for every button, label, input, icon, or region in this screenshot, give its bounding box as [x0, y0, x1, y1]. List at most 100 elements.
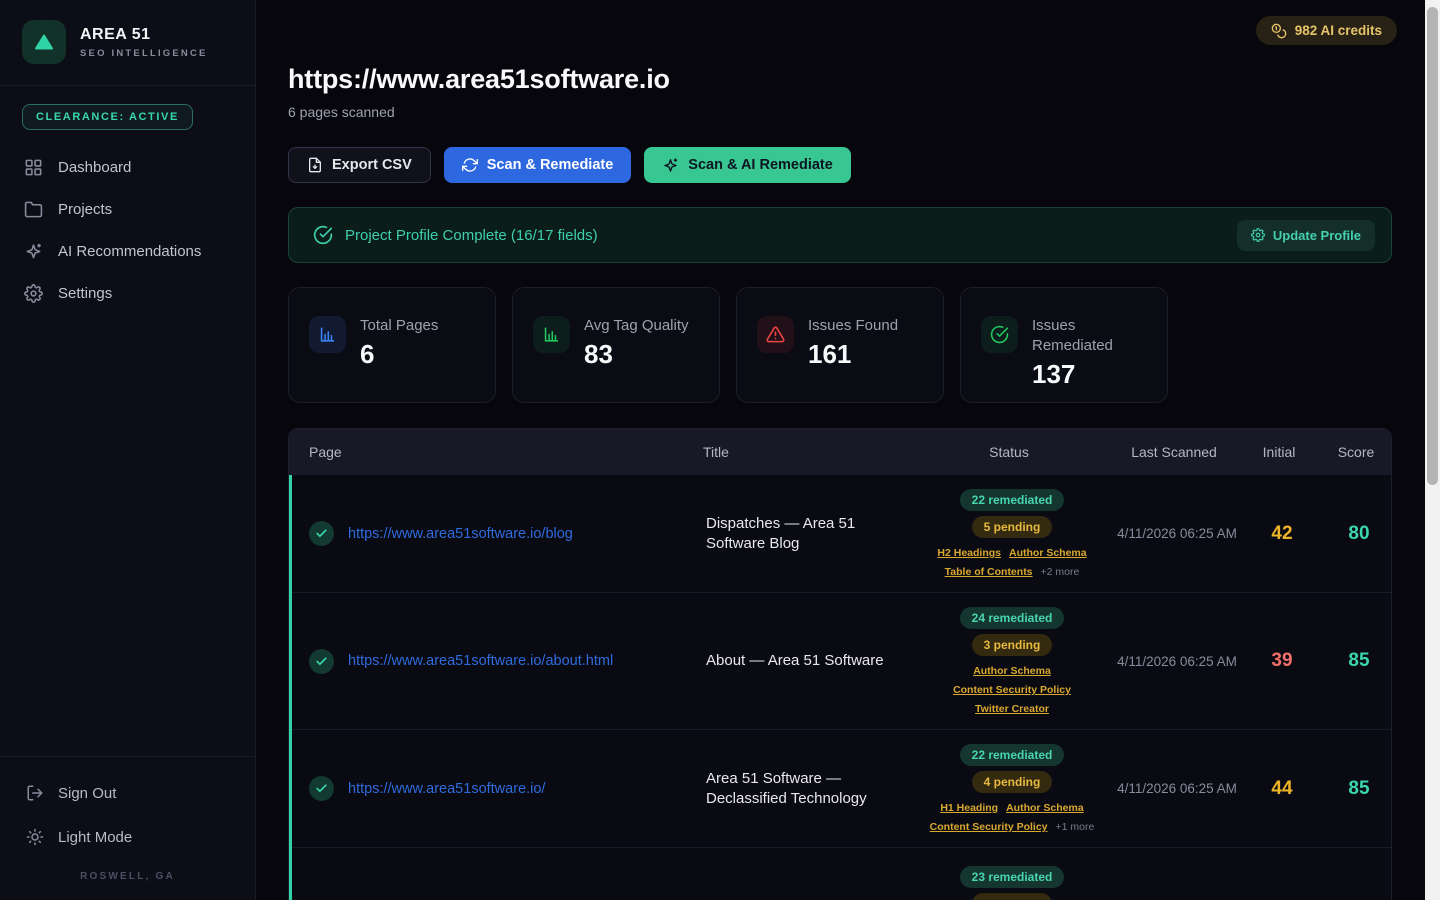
score-cell: 85 — [1322, 778, 1392, 800]
status-cell: 24 remediated 3 pending Author Schema Co… — [912, 593, 1112, 729]
issue-link[interactable]: Author Schema — [1009, 547, 1087, 559]
sign-out-label: Sign Out — [58, 785, 116, 802]
brand-name: AREA 51 — [80, 26, 208, 44]
table-body: https://www.area51software.io/blog Dispa… — [289, 475, 1391, 900]
issue-link[interactable]: H2 Headings — [937, 547, 1001, 559]
check-icon — [309, 776, 334, 801]
export-csv-button[interactable]: Export CSV — [288, 147, 431, 183]
stat-label: Avg Tag Quality — [584, 316, 689, 336]
pending-badge: 4 pending — [972, 771, 1053, 793]
status-cell: 23 remediated — [912, 848, 1112, 900]
issue-link[interactable]: H1 Heading — [940, 802, 998, 814]
page-url-link[interactable]: https://www.area51software.io/blog — [348, 526, 573, 542]
table-row: https://www.area51software.io/about.html… — [292, 592, 1391, 729]
stat-value: 6 — [360, 339, 438, 370]
issue-link[interactable]: Table of Contents — [945, 566, 1033, 578]
remediated-badge: 22 remediated — [960, 744, 1065, 766]
remediated-badge: 22 remediated — [960, 489, 1065, 511]
sidebar-item-dashboard[interactable]: Dashboard — [0, 146, 255, 188]
pending-badge: 3 pending — [972, 634, 1053, 656]
profile-complete-banner: Project Profile Complete (16/17 fields) … — [288, 207, 1392, 263]
last-scanned-cell: 4/11/2026 06:25 AM — [1112, 526, 1242, 541]
main-content: 982 AI credits https://www.area51softwar… — [256, 0, 1425, 900]
stat-text: Total Pages 6 — [360, 316, 438, 370]
triangle-icon — [35, 34, 53, 50]
export-csv-label: Export CSV — [332, 157, 412, 173]
last-scanned-cell: 4/11/2026 06:25 AM — [1112, 654, 1242, 669]
warning-triangle-icon — [757, 316, 794, 353]
stat-value: 83 — [584, 339, 689, 370]
sign-out-icon — [26, 784, 44, 802]
ai-credits-label: 982 AI credits — [1295, 23, 1382, 38]
more-issues-label: +1 more — [1056, 821, 1095, 833]
scrollbar-track[interactable] — [1425, 0, 1440, 900]
folder-icon — [24, 200, 43, 219]
status-cell: 22 remediated 5 pending H2 Headings Auth… — [912, 475, 1112, 592]
sidebar-item-ai-recommendations[interactable]: AI Recommendations — [0, 230, 255, 272]
issue-links: H1 Heading Author Schema Content Securit… — [916, 802, 1108, 833]
table-header: Page Title Status Last Scanned Initial S… — [289, 429, 1391, 475]
action-buttons: Export CSV Scan & Remediate Scan & AI Re… — [288, 147, 1425, 183]
pending-badge — [972, 893, 1052, 900]
sun-icon — [26, 828, 44, 846]
sidebar-footer: Sign Out Light Mode ROSWELL, GA — [0, 756, 255, 900]
stat-card-avg-tag-quality: Avg Tag Quality 83 — [512, 287, 720, 403]
table-row: https://www.area51software.io/ Area 51 S… — [292, 729, 1391, 847]
scan-remediate-button[interactable]: Scan & Remediate — [444, 147, 632, 183]
light-mode-toggle[interactable]: Light Mode — [0, 815, 255, 859]
stat-label: Issues Remediated — [1032, 316, 1147, 356]
sparkles-icon — [662, 157, 679, 174]
page-url-link[interactable]: https://www.area51software.io/about.html — [348, 653, 613, 669]
stat-label: Issues Found — [808, 316, 898, 336]
remediated-badge: 23 remediated — [960, 866, 1065, 888]
issue-link[interactable]: Content Security Policy — [953, 684, 1071, 696]
stat-card-issues-found: Issues Found 161 — [736, 287, 944, 403]
sidebar-spacer — [0, 314, 255, 756]
issue-link[interactable]: Author Schema — [1006, 802, 1084, 814]
sidebar-item-projects[interactable]: Projects — [0, 188, 255, 230]
update-profile-button[interactable]: Update Profile — [1237, 220, 1375, 251]
table-row: 23 remediated — [292, 847, 1391, 900]
page-cell: https://www.area51software.io/blog — [292, 521, 682, 546]
sidebar-divider — [0, 85, 255, 86]
sidebar-item-settings[interactable]: Settings — [0, 272, 255, 314]
sidebar-item-label: Dashboard — [58, 159, 131, 176]
table-row: https://www.area51software.io/blog Dispa… — [292, 475, 1391, 592]
page-title: https://www.area51software.io — [288, 64, 1425, 95]
stat-text: Avg Tag Quality 83 — [584, 316, 689, 370]
sidebar-item-label: Settings — [58, 285, 112, 302]
pages-scanned-label: 6 pages scanned — [288, 104, 1425, 120]
sidebar-nav: Dashboard Projects AI Recommendations Se… — [0, 146, 255, 314]
scrollbar-thumb[interactable] — [1427, 7, 1438, 485]
issue-links: Author Schema Content Security Policy Tw… — [916, 665, 1108, 715]
sidebar-item-label: AI Recommendations — [58, 243, 201, 260]
topbar: 982 AI credits — [288, 16, 1425, 45]
stat-card-total-pages: Total Pages 6 — [288, 287, 496, 403]
coins-icon — [1271, 23, 1287, 39]
issue-links: H2 Headings Author Schema Table of Conte… — [916, 547, 1108, 578]
stat-text: Issues Found 161 — [808, 316, 898, 370]
status-cell: 22 remediated 4 pending H1 Heading Autho… — [912, 730, 1112, 847]
issue-link[interactable]: Content Security Policy — [930, 821, 1048, 833]
file-download-icon — [307, 157, 323, 173]
issue-link[interactable]: Twitter Creator — [975, 703, 1049, 715]
sidebar: AREA 51 SEO INTELLIGENCE CLEARANCE: ACTI… — [0, 0, 256, 900]
check-circle-icon — [981, 316, 1018, 353]
bar-chart-icon — [533, 316, 570, 353]
page-title-cell: About — Area 51 Software — [682, 651, 912, 671]
brand-tagline: SEO INTELLIGENCE — [80, 48, 208, 59]
sign-out-button[interactable]: Sign Out — [0, 771, 255, 815]
scan-ai-remediate-label: Scan & AI Remediate — [688, 157, 833, 173]
brand-text: AREA 51 SEO INTELLIGENCE — [80, 26, 208, 59]
bar-chart-icon — [309, 316, 346, 353]
stat-text: Issues Remediated 137 — [1032, 316, 1147, 390]
scan-ai-remediate-button[interactable]: Scan & AI Remediate — [644, 147, 851, 183]
banner-message: Project Profile Complete (16/17 fields) — [345, 227, 598, 244]
issue-link[interactable]: Author Schema — [973, 665, 1051, 677]
stat-value: 161 — [808, 339, 898, 370]
ai-credits-badge[interactable]: 982 AI credits — [1256, 16, 1397, 45]
page-title-cell: Area 51 Software — Declassified Technolo… — [682, 769, 912, 809]
page-url-link[interactable]: https://www.area51software.io/ — [348, 781, 545, 797]
column-header-page: Page — [289, 444, 679, 460]
stat-label: Total Pages — [360, 316, 438, 336]
